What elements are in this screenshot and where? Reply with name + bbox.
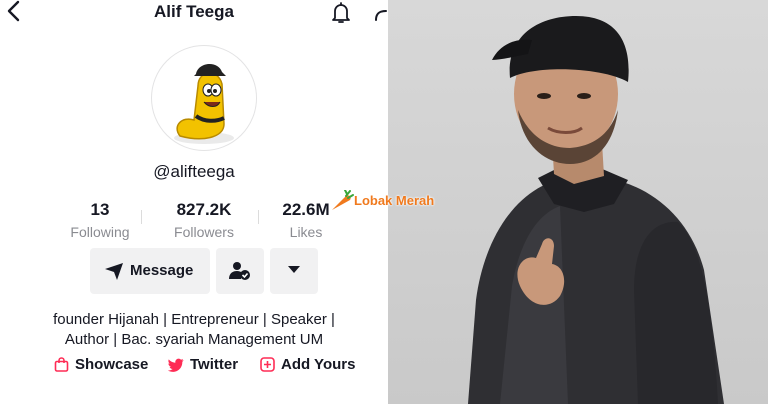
profile-links: Showcase Twitter Add Yours <box>0 356 388 378</box>
notification-button[interactable] <box>330 2 352 24</box>
twitter-link[interactable]: Twitter <box>167 356 239 373</box>
man-portrait-image <box>468 16 724 404</box>
share-button[interactable] <box>372 4 388 24</box>
share-arrow-icon <box>375 10 387 21</box>
stat-label: Likes <box>289 224 323 240</box>
stat-followers[interactable]: 827.2K Followers <box>154 200 254 240</box>
caret-down-icon <box>288 266 300 273</box>
message-button-label: Message <box>130 262 194 279</box>
friends-button[interactable] <box>216 248 264 294</box>
send-icon <box>105 263 123 280</box>
stat-divider <box>141 210 142 224</box>
stat-value: 827.2K <box>176 200 232 219</box>
stat-label: Followers <box>174 224 234 240</box>
stat-value: 13 <box>90 200 110 219</box>
link-label: Showcase <box>75 356 149 373</box>
top-bar: Alif Teega <box>0 0 388 28</box>
stat-label: Following <box>70 224 130 240</box>
larva-avatar-icon <box>174 63 234 144</box>
watermark-text: Lobak Merah <box>354 193 435 208</box>
avatar[interactable] <box>151 45 257 151</box>
profile-bio: founder Hijanah | Entrepreneur | Speaker… <box>0 310 388 350</box>
showcase-link[interactable]: Showcase <box>54 356 148 373</box>
portrait-photo <box>388 0 768 404</box>
username: @alifteega <box>153 162 235 181</box>
link-label: Add Yours <box>281 356 356 373</box>
carrot-logo-icon <box>332 189 354 210</box>
bio-line: founder Hijanah | Entrepreneur | Speaker… <box>53 311 335 328</box>
add-yours-link[interactable]: Add Yours <box>260 356 355 373</box>
add-yours-icon <box>260 357 275 372</box>
stat-following[interactable]: 13 Following <box>50 200 150 240</box>
bell-icon <box>332 2 350 23</box>
more-options-button[interactable] <box>270 248 318 294</box>
twitter-bird-icon <box>167 358 184 372</box>
message-button[interactable]: Message <box>90 248 210 294</box>
site-watermark: Lobak Merah <box>330 189 434 212</box>
shopping-bag-icon <box>54 357 69 372</box>
link-label: Twitter <box>190 356 239 373</box>
user-check-icon <box>229 262 250 280</box>
bio-line: Author | Bac. syariah Management UM <box>64 331 324 348</box>
